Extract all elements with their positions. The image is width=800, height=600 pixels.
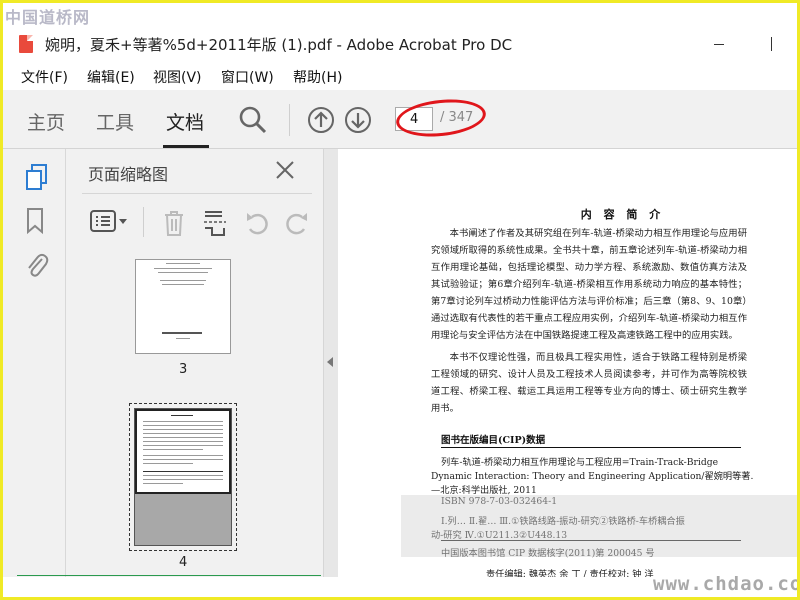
doc-heading: 内 容 简 介 — [580, 208, 665, 221]
menu-bar: 文件(F) 编辑(E) 视图(V) 窗口(W) 帮助(H) — [3, 62, 797, 90]
thumb-toolbar-divider — [143, 207, 144, 237]
collapse-arrow-icon[interactable] — [327, 357, 333, 367]
cip-line: 责任编辑: 魏英杰 余 丁 / 责任校对: 钟 洋 — [486, 569, 654, 577]
thumbnail-scroll-area: 3 4 — [66, 259, 296, 577]
rotate-left-icon[interactable] — [244, 209, 270, 241]
highlight-ellipse — [394, 95, 488, 141]
doc-paragraph-2: 本书不仅理论性强，而且极具工程实用性，适合于铁路工程特别是桥梁工程领域的研究、设… — [431, 352, 747, 414]
watermark-bottom: www.chdao.com — [653, 573, 800, 595]
status-line — [17, 575, 321, 576]
watermark-top: 中国道桥网 — [5, 8, 91, 27]
next-page-icon[interactable] — [343, 105, 373, 139]
minimize-button[interactable] — [714, 44, 724, 45]
menu-view[interactable]: 视图(V) — [153, 67, 202, 87]
menu-window[interactable]: 窗口(W) — [221, 67, 274, 87]
document-view[interactable]: 内 容 简 介 本书阐述了作者及其研究组在列车-轨道-桥梁动力相互作用理论与应用… — [338, 149, 797, 577]
active-tab-indicator — [163, 145, 209, 148]
window-title: 婉明，夏禾+等著%5d+2011年版 (1).pdf - Adobe Acrob… — [45, 36, 513, 54]
unrendered-area — [135, 494, 231, 545]
close-icon[interactable] — [274, 159, 296, 185]
thumbnail-panel: 页面缩略图 3 4 — [66, 149, 376, 577]
delete-page-icon[interactable] — [162, 209, 186, 241]
search-icon[interactable] — [238, 105, 268, 139]
screenshot-frame: 中国道桥网 婉明，夏禾+等著%5d+2011年版 (1).pdf - Adobe… — [0, 0, 800, 600]
restore-button-edge[interactable] — [771, 37, 778, 51]
cip-line: 列车-轨道-桥梁动力相互作用理论与工程应用=Train-Track-Bridge — [441, 457, 719, 468]
tab-tools[interactable]: 工具 — [96, 108, 134, 135]
panel-collapse-strip[interactable] — [323, 149, 339, 577]
previous-page-icon[interactable] — [306, 105, 336, 139]
thumbnail-label-4: 4 — [179, 555, 188, 570]
cip-title: 图书在版编目(CIP)数据 — [441, 435, 546, 446]
title-bar: 婉明，夏禾+等著%5d+2011年版 (1).pdf - Adobe Acrob… — [3, 28, 797, 62]
doc-paragraph-1: 本书阐述了作者及其研究组在列车-轨道-桥梁动力相互作用理论与应用研究领域所取得的… — [431, 228, 747, 341]
tab-document[interactable]: 文档 — [166, 108, 204, 135]
bookmark-icon[interactable] — [25, 207, 45, 239]
thumbnail-label-3: 3 — [179, 362, 188, 377]
left-navigation-rail — [3, 149, 66, 577]
tab-home[interactable]: 主页 — [27, 108, 65, 135]
cip-line: —北京:科学出版社, 2011 — [431, 485, 537, 496]
toolbar-divider — [289, 104, 290, 136]
translucent-overlay — [401, 495, 797, 557]
rotate-right-icon[interactable] — [284, 209, 310, 241]
menu-help[interactable]: 帮助(H) — [293, 67, 342, 87]
extract-pages-icon[interactable] — [202, 209, 228, 241]
pdf-file-icon — [19, 35, 33, 53]
cip-line: Dynamic Interaction: Theory and Engineer… — [431, 471, 754, 482]
cip-rule-top — [441, 447, 741, 448]
page-thumbnails-icon[interactable] — [25, 163, 49, 195]
menu-edit[interactable]: 编辑(E) — [87, 67, 135, 87]
main-toolbar: 主页 工具 文档 4 / 347 — [3, 90, 797, 149]
page-thumbnail-3[interactable] — [135, 259, 231, 354]
page-thumbnail-4[interactable] — [134, 408, 232, 546]
panel-title: 页面缩略图 — [88, 165, 169, 184]
menu-file[interactable]: 文件(F) — [21, 67, 68, 87]
panel-divider — [82, 193, 312, 194]
attachment-icon[interactable] — [25, 251, 49, 283]
options-menu-icon[interactable] — [90, 209, 130, 239]
